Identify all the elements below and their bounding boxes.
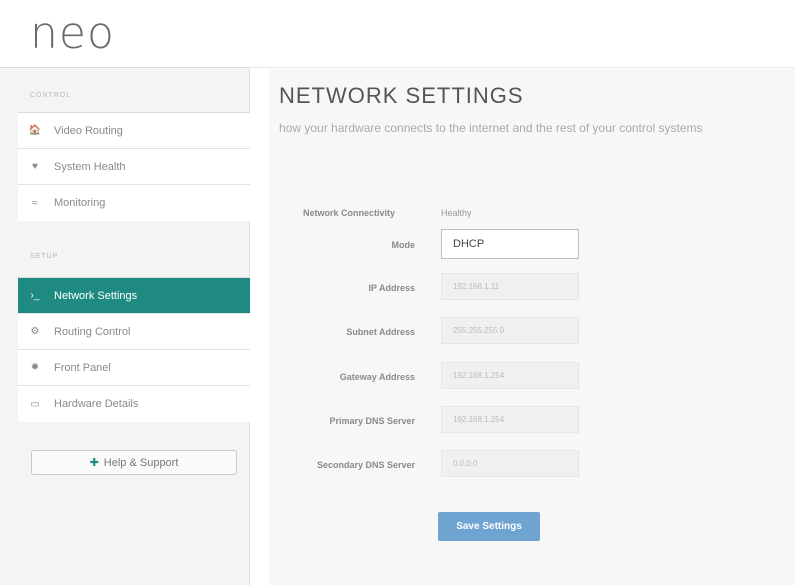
- setup-nav: ›_ Network Settings ⚙ Routing Control ✹ …: [18, 277, 250, 422]
- section-label-control: CONTROL: [30, 92, 72, 99]
- sidebar-item-label: Routing Control: [54, 325, 131, 338]
- logo-area: neo: [0, 0, 250, 68]
- sidebar-item-monitoring[interactable]: ≈ Monitoring: [18, 185, 250, 221]
- dial-icon: ✹: [30, 362, 40, 373]
- subnet-address-label: Subnet Address: [346, 327, 415, 337]
- sidebar-item-routing-control[interactable]: ⚙ Routing Control: [18, 314, 250, 350]
- secondary-dns-field[interactable]: 0.0.0.0: [441, 450, 579, 477]
- help-support-button[interactable]: ✚ Help & Support: [31, 450, 237, 475]
- lifebuoy-icon: ✚: [89, 457, 99, 469]
- sidebar-item-video-routing[interactable]: 🏠 Video Routing: [18, 113, 250, 149]
- home-icon: 🏠: [28, 125, 42, 136]
- sidebar-item-front-panel[interactable]: ✹ Front Panel: [18, 350, 250, 386]
- help-support-label: Help & Support: [103, 456, 179, 469]
- sidebar-item-label: Video Routing: [54, 124, 123, 137]
- sidebar-item-hardware-details[interactable]: ▭ Hardware Details: [18, 386, 250, 422]
- ip-address-label: IP Address: [368, 283, 415, 293]
- ip-address-field[interactable]: 192.168.1.11: [441, 273, 579, 300]
- network-connectivity-label: Network Connectivity: [303, 208, 396, 218]
- rss-icon: ≈: [32, 197, 38, 209]
- primary-dns-field[interactable]: 192.168.1.254: [441, 406, 579, 433]
- mode-label: Mode: [391, 240, 416, 250]
- sidebar-item-label: Front Panel: [54, 361, 111, 374]
- terminal-icon: ›_: [30, 290, 40, 301]
- gateway-address-field[interactable]: 192.168.1.254: [441, 362, 579, 389]
- network-connectivity-status: Healthy: [441, 208, 472, 218]
- sidebar-item-label: System Health: [54, 160, 126, 173]
- mode-select[interactable]: DHCP: [441, 229, 579, 259]
- sidebar-item-label: Monitoring: [54, 197, 106, 209]
- neo-logo: neo: [30, 8, 115, 59]
- control-nav: 🏠 Video Routing ♥ System Health ≈ Monito…: [18, 112, 250, 221]
- subnet-address-field[interactable]: 255.255.255.0: [441, 317, 579, 344]
- sidebar-item-label: Hardware Details: [54, 398, 139, 410]
- hdd-icon: ▭: [30, 398, 40, 410]
- sidebar: neo CONTROL 🏠 Video Routing ♥ System Hea…: [0, 0, 250, 585]
- gateway-address-label: Gateway Address: [339, 372, 415, 382]
- page-description: how your hardware connects to the intern…: [279, 121, 703, 135]
- sidebar-item-label: Network Settings: [54, 289, 138, 302]
- sidebar-item-network-settings[interactable]: ›_ Network Settings: [18, 278, 250, 314]
- save-settings-button[interactable]: Save Settings: [438, 512, 540, 541]
- cogs-icon: ⚙: [30, 326, 40, 337]
- primary-dns-label: Primary DNS Server: [329, 416, 415, 426]
- page-title: NETWORK SETTINGS: [279, 83, 524, 108]
- top-bar: [251, 0, 795, 68]
- section-label-setup: SETUP: [30, 253, 59, 260]
- sidebar-item-system-health[interactable]: ♥ System Health: [18, 149, 250, 185]
- heart-icon: ♥: [32, 161, 38, 172]
- secondary-dns-label: Secondary DNS Server: [316, 460, 415, 470]
